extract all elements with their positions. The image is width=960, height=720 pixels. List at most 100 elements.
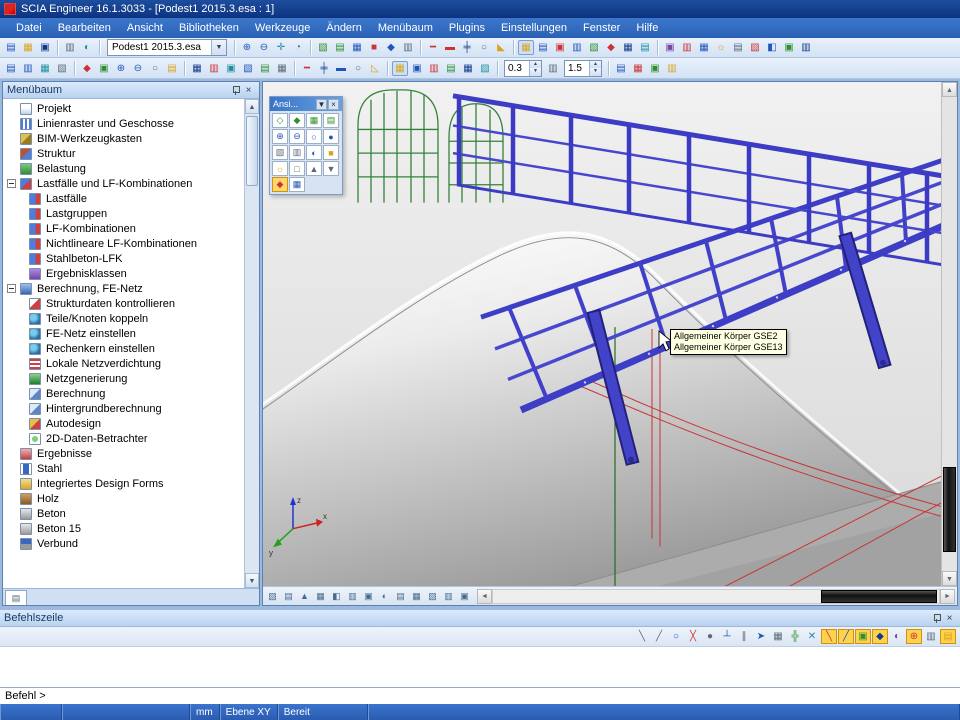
tree-item-berechnung[interactable]: Berechnung — [3, 386, 244, 401]
open-icon[interactable]: ▦ — [20, 40, 36, 55]
toolbar-icon[interactable]: ▣ — [781, 40, 797, 55]
status-plane[interactable]: Ebene XY — [220, 704, 278, 720]
toolbar-icon[interactable]: ▣ — [409, 61, 425, 76]
snap-perp-icon[interactable]: ┴ — [719, 629, 735, 644]
snap-parallel-icon[interactable]: ∥ — [736, 629, 752, 644]
spin-up-icon[interactable]: ▲ — [590, 61, 601, 69]
toolbar-icon[interactable]: ▧ — [747, 40, 763, 55]
toolbar-icon[interactable]: ○ — [147, 61, 163, 76]
snap-node-icon[interactable]: ◆ — [872, 629, 888, 644]
wireframe-icon[interactable]: ▣ — [361, 589, 376, 604]
tree-item-beton-15[interactable]: Beton 15 — [3, 521, 244, 536]
toolbar-icon[interactable]: ▦ — [189, 61, 205, 76]
spinner-arrows[interactable]: ▲▼ — [529, 61, 541, 76]
menu-plugins[interactable]: Plugins — [441, 20, 493, 36]
tree-item-stahl[interactable]: Stahl — [3, 461, 244, 476]
print-view-icon[interactable]: ■ — [323, 145, 339, 160]
spin-up-icon[interactable]: ▲ — [530, 61, 541, 69]
clip-icon[interactable]: ▣ — [457, 589, 472, 604]
snap-nearest-icon[interactable]: ▥ — [923, 629, 939, 644]
zoom-out-icon[interactable]: ⊖ — [289, 129, 305, 144]
tree-item-lastfaelle-lf-kombinationen[interactable]: Lastfälle und LF-Kombinationen — [3, 176, 244, 191]
tree-item-holz[interactable]: Holz — [3, 491, 244, 506]
menu-bibliotheken[interactable]: Bibliotheken — [171, 20, 247, 36]
zoom-window-icon[interactable]: ● — [323, 129, 339, 144]
tree-item-belastung[interactable]: Belastung — [3, 161, 244, 176]
toolbar-icon[interactable]: ▣ — [662, 40, 678, 55]
new-icon[interactable]: ▤ — [3, 40, 19, 55]
tree-item-lastgruppen[interactable]: Lastgruppen — [3, 206, 244, 221]
layers-icon[interactable]: ▧ — [425, 589, 440, 604]
floating-view-toolbar[interactable]: Ansi... ▼ × ◇ ◆ ▦ ▤ ⊕ ⊖ ○ ● ▧ ▥ — [269, 96, 343, 195]
toolbar-icon[interactable]: ▦ — [696, 40, 712, 55]
zoom-out-icon[interactable]: ⊖ — [256, 40, 272, 55]
perspective-icon[interactable]: ▧ — [265, 589, 280, 604]
tree-item-lastfaelle[interactable]: Lastfälle — [3, 191, 244, 206]
floating-toolbar-header[interactable]: Ansi... ▼ × — [270, 97, 342, 111]
toolbar-icon[interactable]: ▤ — [3, 61, 19, 76]
snap-point-icon[interactable]: ● — [702, 629, 718, 644]
zoom-all-icon[interactable]: ○ — [306, 129, 322, 144]
collapse-icon[interactable] — [7, 284, 16, 293]
toolbar-icon[interactable]: ▤ — [637, 40, 653, 55]
viewport-3d-canvas[interactable]: z x y — [263, 82, 941, 586]
menu-ansicht[interactable]: Ansicht — [119, 20, 171, 36]
scrollbar-thumb[interactable] — [246, 116, 258, 186]
toolbar-icon[interactable]: ▧ — [315, 40, 331, 55]
scroll-down-icon[interactable]: ▼ — [245, 573, 259, 588]
snap-midpoint-icon[interactable]: ╱ — [838, 629, 854, 644]
toolbar-icon[interactable]: ▥ — [569, 40, 585, 55]
print-icon[interactable]: ▥ — [62, 40, 78, 55]
toolbar-icon[interactable]: ▦ — [630, 61, 646, 76]
lock-view-icon[interactable]: □ — [289, 161, 305, 176]
tree-item-beton[interactable]: Beton — [3, 506, 244, 521]
toolbar-icon[interactable]: ▬ — [442, 40, 458, 55]
toolbar-icon[interactable]: ▥ — [679, 40, 695, 55]
viewport-canvas[interactable]: z x y Ansi... ▼ × ◇ ◆ — [263, 82, 941, 586]
tree-item-autodesign[interactable]: Autodesign — [3, 416, 244, 431]
toolbar-icon[interactable]: ▦ — [518, 40, 534, 55]
view-x-icon[interactable]: ◇ — [272, 113, 288, 128]
view-y-icon[interactable]: ◆ — [289, 113, 305, 128]
snap-delete-icon[interactable]: ╳ — [685, 629, 701, 644]
toolbar-icon[interactable]: ▦ — [349, 40, 365, 55]
hscrollbar-thumb[interactable] — [821, 590, 937, 603]
toolbar-icon[interactable]: ▧ — [54, 61, 70, 76]
toolbar-icon[interactable]: ▣ — [223, 61, 239, 76]
menu-aendern[interactable]: Ändern — [318, 20, 369, 36]
view-top-icon[interactable]: ▲ — [297, 589, 312, 604]
command-history[interactable] — [0, 647, 960, 687]
render-icon[interactable]: ▥ — [345, 589, 360, 604]
grid-toggle-icon[interactable]: ▦ — [409, 589, 424, 604]
snap-tangent-icon[interactable]: ◐ — [889, 629, 905, 644]
toolbar-icon[interactable]: ▣ — [552, 40, 568, 55]
clip-up-icon[interactable]: ▲ — [306, 161, 322, 176]
snap-circle-icon[interactable]: ○ — [668, 629, 684, 644]
view-settings-icon[interactable]: ▦ — [289, 177, 305, 192]
preview-icon[interactable]: ◐ — [79, 40, 95, 55]
toolbar-icon[interactable]: ▥ — [664, 61, 680, 76]
scroll-down-icon[interactable]: ▼ — [942, 571, 957, 586]
spinner-arrows[interactable]: ▲▼ — [589, 61, 601, 76]
pin-icon[interactable] — [229, 84, 242, 97]
tree-item-bim-werkzeugkasten[interactable]: BIM-Werkzeugkasten — [3, 131, 244, 146]
toolbar-icon[interactable]: ○ — [350, 61, 366, 76]
snap-ortho-icon[interactable]: ✕ — [804, 629, 820, 644]
zoom-window-icon[interactable]: ⊕ — [239, 40, 255, 55]
menubaum-dock-tab[interactable]: ▤ — [5, 590, 27, 605]
toolbar-icon[interactable]: ◧ — [764, 40, 780, 55]
menu-einstellungen[interactable]: Einstellungen — [493, 20, 575, 36]
toolbar-icon[interactable]: ▦ — [620, 40, 636, 55]
save-icon[interactable]: ▣ — [37, 40, 53, 55]
toolbar-icon[interactable]: ━ — [299, 61, 315, 76]
menu-fenster[interactable]: Fenster — [575, 20, 628, 36]
toolbar-icon[interactable]: ▤ — [613, 61, 629, 76]
view-mode-icon[interactable]: ▤ — [281, 589, 296, 604]
viewport-vscrollbar[interactable]: ▲ ▼ — [941, 82, 957, 586]
toolbar-icon[interactable]: ▧ — [586, 40, 602, 55]
menu-menubaum[interactable]: Menübaum — [370, 20, 441, 36]
scroll-left-icon[interactable]: ◄ — [477, 589, 492, 604]
vscrollbar-thumb[interactable] — [943, 467, 956, 552]
toolbar-icon[interactable]: ⊕ — [113, 61, 129, 76]
spin-down-icon[interactable]: ▼ — [590, 68, 601, 76]
